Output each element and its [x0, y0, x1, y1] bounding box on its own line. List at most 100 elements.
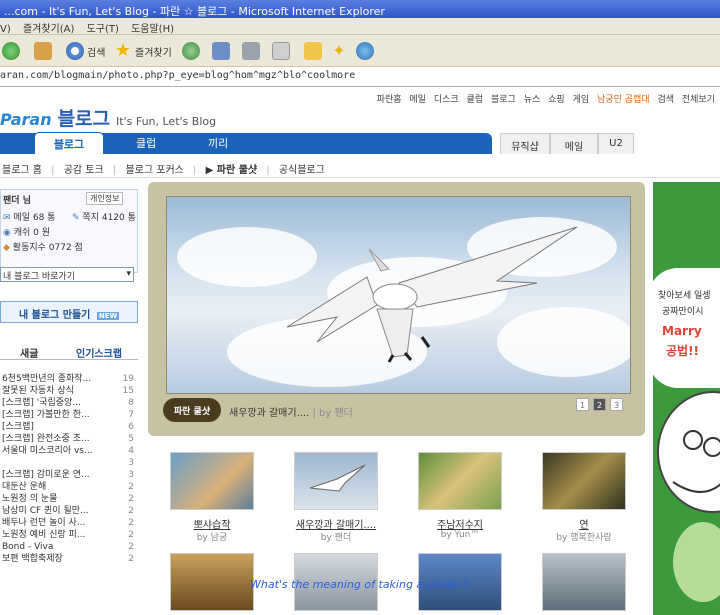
- blog-shortcut-value: 내 블로그 바로가기: [3, 272, 75, 282]
- edit-button[interactable]: [272, 41, 290, 61]
- thumbnail-title[interactable]: 연: [529, 516, 639, 531]
- subnav-official[interactable]: 공식블로그: [279, 165, 325, 176]
- list-item[interactable]: [스크랩] 가볼만한 한... 7: [2, 409, 134, 421]
- topnav-search[interactable]: 검색: [657, 95, 674, 105]
- topnav-all[interactable]: 전체보기: [682, 95, 715, 105]
- list-item-title: 6천5백만년의 종화작...: [2, 374, 92, 384]
- list-item-title: 노원정 의 눈물: [2, 494, 58, 504]
- list-item[interactable]: [스크랩] 감미로운 연... 3: [2, 469, 134, 481]
- list-item[interactable]: Bond - Viva 2: [2, 541, 134, 553]
- list-item-count: 8: [128, 398, 134, 408]
- chevron-down-icon: ▾: [126, 269, 131, 279]
- favorites-label: 즐겨찾기: [135, 47, 172, 59]
- topnav-news[interactable]: 뉴스: [524, 95, 541, 105]
- list-item[interactable]: 6천5백만년의 종화작... 19: [2, 373, 134, 385]
- ad-banner[interactable]: [653, 182, 720, 615]
- thumbnail-image[interactable]: [542, 553, 626, 611]
- mail-button[interactable]: [212, 41, 230, 61]
- thumbnail-image[interactable]: [170, 553, 254, 611]
- page-1[interactable]: 1: [576, 398, 589, 411]
- list-item[interactable]: 대둔산 운해 2: [2, 481, 134, 493]
- menu-item-tools[interactable]: 도구(T): [87, 20, 119, 35]
- activity-score: ◆ 활동지수 0772 점: [3, 240, 83, 253]
- topnav-mail[interactable]: 메일: [409, 95, 426, 105]
- list-item[interactable]: 3: [2, 457, 134, 469]
- tab-u2[interactable]: U2: [598, 133, 634, 154]
- topnav-paranhome[interactable]: 파란홈: [377, 95, 402, 105]
- edit-icon: [272, 42, 290, 60]
- back-button[interactable]: [2, 41, 20, 61]
- list-item[interactable]: [스크랩] 6: [2, 421, 134, 433]
- thumbnail-image[interactable]: [170, 452, 254, 510]
- list-item-title: [스크랩] 완전소중 조...: [2, 434, 90, 444]
- thumbnail-author: by Yun™: [440, 530, 480, 540]
- search-button[interactable]: 검색: [66, 41, 105, 61]
- featured-photo[interactable]: [166, 196, 631, 394]
- featured-author: | by 팬더: [312, 408, 353, 419]
- list-item-count: 3: [128, 458, 134, 468]
- menu-item-view[interactable]: V): [0, 24, 11, 35]
- list-item[interactable]: 보편 백합축제장 2: [2, 553, 134, 565]
- topnav-club[interactable]: 클럽: [467, 95, 484, 105]
- topnav-blog[interactable]: 블로그: [491, 95, 516, 105]
- list-item[interactable]: 노원정 의 눈물 2: [2, 493, 134, 505]
- print-button[interactable]: [242, 41, 260, 61]
- favorites-button[interactable]: ★ 즐겨찾기: [114, 41, 172, 61]
- topnav-promo[interactable]: 남궁민 곰캡대: [597, 95, 650, 105]
- page-2[interactable]: 2: [593, 398, 606, 411]
- tab-blog[interactable]: 블로그: [34, 132, 104, 154]
- make-blog-label: 내 블로그 만들기: [19, 310, 91, 321]
- mail-count[interactable]: ✉ 메일 68 통: [3, 210, 55, 223]
- history-button[interactable]: [182, 41, 200, 61]
- subnav-blog-home[interactable]: 블로그 홈: [2, 165, 42, 176]
- menu-item-favorites[interactable]: 즐겨찾기(A): [23, 20, 74, 35]
- menu-bar: V) 즐겨찾기(A) 도구(T) 도움말(H): [0, 18, 720, 35]
- refresh-icon: [2, 42, 20, 60]
- list-item[interactable]: 잘못된 자동차 상식 15: [2, 385, 134, 397]
- messenger-button[interactable]: [356, 41, 374, 61]
- list-item-title: 잘못된 자동차 상식: [2, 386, 74, 396]
- list-item[interactable]: 노원정 예비 신랑 피... 2: [2, 529, 134, 541]
- make-blog-button[interactable]: 내 블로그 만들기 NEW: [0, 301, 138, 323]
- blog-sub-navigation: 블로그 홈 | 공감 토크 | 블로그 포커스 | ▶ 파란 쿨샷 | 공식블로…: [0, 156, 720, 178]
- tab-popular-scraps[interactable]: 인기스크랩: [76, 345, 122, 360]
- thumbnail-image[interactable]: [294, 452, 378, 510]
- folder-button[interactable]: [304, 41, 322, 61]
- list-item[interactable]: 배두나 런던 놀이 사... 2: [2, 517, 134, 529]
- home-button[interactable]: [34, 41, 52, 61]
- thumbnail-title[interactable]: 뽀샤습작: [157, 516, 267, 531]
- page-3[interactable]: 3: [610, 398, 623, 411]
- menu-item-help[interactable]: 도움말(H): [131, 20, 174, 35]
- thumbnail-title[interactable]: 주남저수지: [405, 516, 515, 531]
- list-item[interactable]: 남상미 CF 퀸이 될만... 2: [2, 505, 134, 517]
- tab-new-posts[interactable]: 새글: [20, 345, 38, 360]
- tab-club[interactable]: 클럽: [136, 135, 156, 151]
- cash-icon: ◉: [3, 228, 11, 238]
- topnav-shopping[interactable]: 쇼핑: [548, 95, 565, 105]
- profile-info-link[interactable]: 개인정보: [86, 192, 124, 205]
- topnav-game[interactable]: 게임: [573, 95, 590, 105]
- topnav-disk[interactable]: 디스크: [434, 95, 459, 105]
- mail-count-label: 메일 68 통: [13, 213, 56, 223]
- thumbnail-image[interactable]: [418, 452, 502, 510]
- address-bar[interactable]: aran.com/blogmain/photo.php?p_eye=blog^h…: [0, 67, 720, 87]
- subnav-focus[interactable]: 블로그 포커스: [125, 165, 183, 176]
- subnav-coolshot[interactable]: ▶ 파란 쿨샷: [206, 165, 257, 176]
- subnav-talk[interactable]: 공감 토크: [64, 165, 104, 176]
- list-item-count: 7: [128, 410, 134, 420]
- list-item[interactable]: [스크랩] '국립중앙... 8: [2, 397, 134, 409]
- featured-caption[interactable]: 새우깡과 갈매기.... | by 팬더: [229, 404, 353, 419]
- list-item-count: 19: [122, 374, 134, 384]
- add-favorite-button[interactable]: ✦: [330, 41, 348, 61]
- tab-mail[interactable]: 메일: [550, 133, 598, 154]
- tab-kkiri[interactable]: 끼리: [208, 135, 228, 151]
- blog-shortcut-select[interactable]: 내 블로그 바로가기 ▾: [0, 267, 134, 282]
- list-item[interactable]: [스크랩] 완전소중 조... 5: [2, 433, 134, 445]
- note-count[interactable]: ✎ 쪽지 4120 통: [72, 210, 136, 223]
- thumbnail-title[interactable]: 새우깡과 갈매기....: [281, 516, 391, 531]
- tab-musicshop[interactable]: 뮤직샵: [500, 133, 550, 154]
- site-logo[interactable]: Paran 블로그 It's Fun, Let's Blog: [0, 104, 216, 130]
- list-item[interactable]: 서울대 미스코리아 vs... 4: [2, 445, 134, 457]
- thumbnail-image[interactable]: [542, 452, 626, 510]
- address-url[interactable]: aran.com/blogmain/photo.php?p_eye=blog^h…: [0, 70, 355, 81]
